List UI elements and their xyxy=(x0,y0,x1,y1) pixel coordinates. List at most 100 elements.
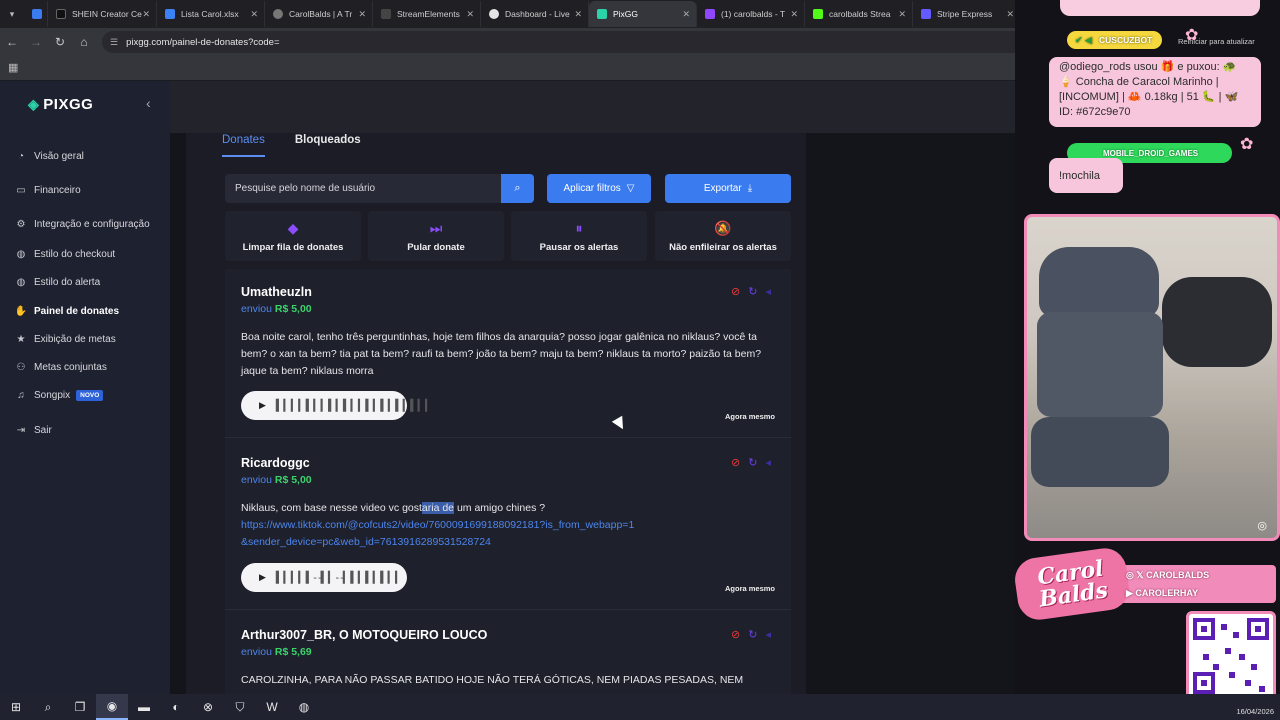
tab-kick[interactable]: carolbalds Strea ✕ xyxy=(805,1,913,27)
close-tab-icon[interactable]: ✕ xyxy=(466,9,474,20)
carolbalds-logo: Carol Balds xyxy=(1012,545,1132,623)
start-icon[interactable]: ⊞ xyxy=(0,694,32,720)
donation-actions: ⊘ ↻ ◂ xyxy=(731,456,771,469)
chat-username: CUSCUZBOT xyxy=(1099,35,1153,45)
star-icon: ★ xyxy=(16,334,26,345)
qr-module xyxy=(1225,648,1231,654)
skip-donate-button[interactable]: ⏭ Pular donate xyxy=(368,211,504,261)
word-icon[interactable]: W xyxy=(256,694,288,720)
action-label: Pausar os alertas xyxy=(539,241,619,253)
mute-icon[interactable]: ◂ xyxy=(765,628,771,641)
block-user-icon[interactable]: ⊘ xyxy=(731,285,740,298)
pause-alerts-button[interactable]: ⏸ Pausar os alertas xyxy=(511,211,647,261)
audio-player[interactable]: ▶ ▍▎▎▎▍▎▎▍▎▍▎▎▍▎▍▎▍▎▍▎▎ xyxy=(241,391,434,420)
collapse-sidebar-icon[interactable]: ‹ xyxy=(146,95,151,111)
waveform: ▍▎▎▎▍- -▍▎- -▎▍▎▍▎▍▎▎ xyxy=(275,572,404,584)
block-user-icon[interactable]: ⊘ xyxy=(731,456,740,469)
discord-icon[interactable]: ◐ xyxy=(160,694,192,720)
tab-carolbalds[interactable]: CarolBalds | A Tr ✕ xyxy=(265,1,373,27)
mute-icon[interactable]: ◂ xyxy=(765,456,771,469)
sidebar-item-label: Financeiro xyxy=(34,185,81,196)
apps-grid-icon[interactable]: ▦ xyxy=(8,61,18,74)
tab-pixgg[interactable]: PixGG ✕ xyxy=(589,1,697,27)
close-tab-icon[interactable]: ✕ xyxy=(142,9,150,20)
tab-shein[interactable]: SHEIN Creator Ce ✕ xyxy=(48,1,157,27)
sidebar-item-label: Painel de donates xyxy=(34,306,120,317)
sidebar-item-financeiro[interactable]: ▭ Financeiro xyxy=(14,185,81,196)
tab-dashboard[interactable]: Dashboard - Live ✕ xyxy=(481,1,589,27)
pinned-tab[interactable] xyxy=(24,1,48,27)
close-tab-icon[interactable]: ✕ xyxy=(682,9,690,20)
task-view-icon[interactable]: ❐ xyxy=(64,694,96,720)
webcam-feed: ◎ xyxy=(1024,214,1280,541)
donation-amount-line: enviou R$ 5,00 xyxy=(241,303,312,315)
webcam-chair-headrest xyxy=(1039,247,1159,317)
shield-icon[interactable]: ⛉ xyxy=(224,694,256,720)
url-field[interactable]: ☰ pixgg.com/painel-de-donates?code= xyxy=(102,31,1047,53)
tab-bloqueados[interactable]: Bloqueados xyxy=(295,133,361,157)
flower-icon: ✿ xyxy=(1185,27,1199,44)
sidebar-item-estilo-checkout[interactable]: ◍ Estilo do checkout xyxy=(14,249,116,260)
replay-icon[interactable]: ↻ xyxy=(748,628,757,641)
search-input[interactable]: Pesquise pelo nome de usuário xyxy=(225,174,501,203)
donation-message: CAROLZINHA, PARA NÃO PASSAR BATIDO HOJE … xyxy=(241,674,744,686)
replay-icon[interactable]: ↻ xyxy=(748,285,757,298)
close-tab-icon[interactable]: ✕ xyxy=(250,9,258,20)
close-tab-icon[interactable]: ✕ xyxy=(790,9,798,20)
donation-message: Niklaus, com base nesse video vc gostari… xyxy=(241,500,641,551)
back-icon[interactable]: ← xyxy=(0,35,24,49)
sidebar-item-label: Integração e configuração xyxy=(34,219,150,230)
donation-actions: ⊘ ↻ ◂ xyxy=(731,628,771,641)
close-tab-icon[interactable]: ✕ xyxy=(1006,9,1014,20)
chat-username-badge: ✔ ◀ CUSCUZBOT xyxy=(1067,31,1163,49)
site-settings-icon[interactable]: ☰ xyxy=(110,37,118,48)
obs-icon[interactable]: ◍ xyxy=(288,694,320,720)
close-tab-icon[interactable]: ✕ xyxy=(898,9,906,20)
sidebar-item-songpix[interactable]: ♫ Songpix NOVO xyxy=(14,390,104,401)
search-button[interactable]: ⌕ xyxy=(501,174,534,203)
sidebar-item-integracao[interactable]: ⚙ Integração e configuração xyxy=(14,219,150,230)
block-user-icon[interactable]: ⊘ xyxy=(731,628,740,641)
tab-twitch[interactable]: (1) carolbalds - T ✕ xyxy=(697,1,805,27)
tab-lista-carol[interactable]: Lista Carol.xlsx ✕ xyxy=(157,1,265,27)
sidebar-item-painel-donates[interactable]: ✋ Painel de donates xyxy=(14,306,119,317)
file-explorer-icon[interactable]: ▬ xyxy=(128,694,160,720)
close-tab-icon[interactable]: ✕ xyxy=(358,9,366,20)
chrome-icon[interactable]: ◉ xyxy=(96,694,128,720)
users-icon: ⚇ xyxy=(16,362,26,373)
tiktok-link[interactable]: https://www.tiktok.com/@cofcuts2/video/7… xyxy=(241,519,634,548)
replay-icon[interactable]: ↻ xyxy=(748,456,757,469)
tab-stripe[interactable]: Stripe Express ✕ xyxy=(913,1,1021,27)
no-queue-alerts-button[interactable]: 🔕 Não enfileirar os alertas xyxy=(655,211,791,261)
play-icon[interactable]: ▶ xyxy=(259,572,266,583)
home-icon[interactable]: ⌂ xyxy=(72,35,96,49)
bell-off-icon: 🔕 xyxy=(714,219,732,236)
mute-icon[interactable]: ◂ xyxy=(765,285,771,298)
play-icon[interactable]: ▶ xyxy=(259,400,266,411)
camera-logo-icon: ◎ xyxy=(1257,520,1267,532)
dashboard-favicon-icon xyxy=(489,9,499,19)
tab-search-icon[interactable]: ▾ xyxy=(0,0,24,28)
xbox-icon[interactable]: ⊗ xyxy=(192,694,224,720)
reload-icon[interactable]: ↻ xyxy=(48,35,72,49)
export-button[interactable]: Exportar ⤓ xyxy=(665,174,791,203)
sidebar-item-metas-conjuntas[interactable]: ⚇ Metas conjuntas xyxy=(14,362,107,373)
kick-favicon-icon xyxy=(813,9,823,19)
tab-donates[interactable]: Donates xyxy=(222,133,265,157)
donation-amount: R$ 5,00 xyxy=(274,303,312,315)
search-icon[interactable]: ⌕ xyxy=(32,694,64,720)
sidebar-item-exibicao-metas[interactable]: ★ Exibição de metas xyxy=(14,334,116,345)
sent-label: enviou xyxy=(241,303,272,315)
donation-card: Ricardoggc enviou R$ 5,00 ⊘ ↻ ◂ Niklaus,… xyxy=(225,438,791,610)
tab-streamelements[interactable]: StreamElements ✕ xyxy=(373,1,481,27)
sidebar-item-estilo-alerta[interactable]: ◍ Estilo do alerta xyxy=(14,277,101,288)
close-tab-icon[interactable]: ✕ xyxy=(574,9,582,20)
forward-icon[interactable]: → xyxy=(24,35,48,49)
apply-filters-button[interactable]: Aplicar filtros ▽ xyxy=(547,174,651,203)
sidebar-item-visao-geral[interactable]: ◔ Visão geral xyxy=(14,151,84,162)
sidebar-item-sair[interactable]: ⇥ Sair xyxy=(14,425,52,436)
donation-card: Umatheuzln enviou R$ 5,00 ⊘ ↻ ◂ Boa noit… xyxy=(225,269,791,438)
clear-queue-button[interactable]: ◆ Limpar fila de donates xyxy=(225,211,361,261)
audio-player[interactable]: ▶ ▍▎▎▎▍- -▍▎- -▎▍▎▍▎▍▎▎ xyxy=(241,563,407,592)
pixgg-logo[interactable]: ◈ PIXGG xyxy=(28,96,93,113)
